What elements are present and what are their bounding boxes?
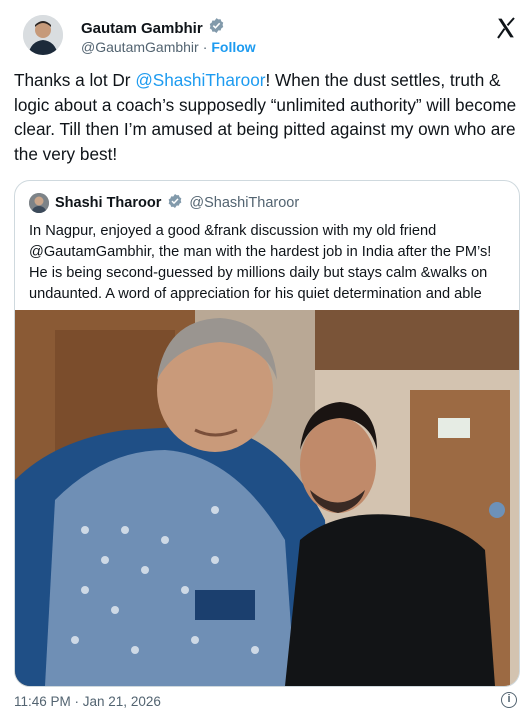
- verified-badge-icon: [167, 193, 183, 213]
- x-logo-icon[interactable]: [494, 16, 518, 40]
- author-avatar[interactable]: [23, 15, 63, 55]
- verified-badge-icon: [208, 17, 225, 39]
- mention-link[interactable]: @ShashiTharoor: [135, 70, 265, 90]
- tweet-header: Gautam Gambhir @GautamGambhir · Follow: [14, 10, 518, 60]
- quoted-avatar: [29, 193, 49, 213]
- quoted-text: In Nagpur, enjoyed a good &frank discuss…: [29, 223, 492, 302]
- quoted-header: Shashi Tharoor @ShashiTharoor: [29, 193, 299, 213]
- author-handle[interactable]: @GautamGambhir: [81, 39, 199, 55]
- tweet-timestamp[interactable]: 11:46 PM · Jan 21, 2026: [14, 694, 161, 709]
- author-name-row: Gautam Gambhir: [81, 17, 225, 39]
- separator-dot: ·: [202, 39, 208, 55]
- follow-button[interactable]: Follow: [211, 39, 255, 55]
- info-icon[interactable]: i: [501, 692, 517, 708]
- quoted-photo[interactable]: [15, 310, 519, 686]
- quoted-tweet[interactable]: Shashi Tharoor @ShashiTharoor In Nagpur,…: [14, 180, 520, 687]
- quoted-author-name: Shashi Tharoor: [55, 195, 162, 211]
- tweet-text-start: Thanks a lot Dr: [14, 70, 136, 90]
- tweet-text: Thanks a lot Dr @ShashiTharoor! When the…: [14, 68, 519, 166]
- author-name[interactable]: Gautam Gambhir: [81, 20, 203, 37]
- quoted-author-handle: @ShashiTharoor: [189, 195, 300, 211]
- author-handle-row: @GautamGambhir · Follow: [81, 39, 256, 55]
